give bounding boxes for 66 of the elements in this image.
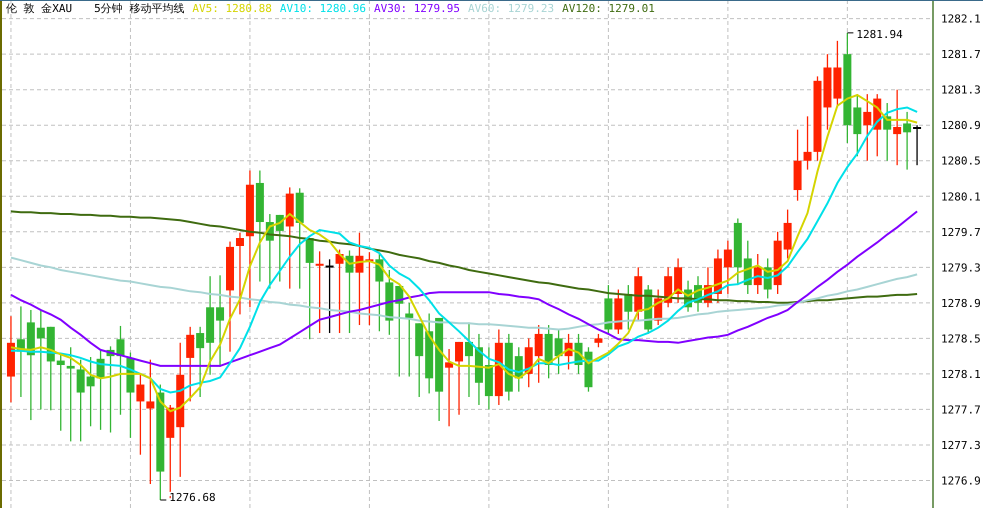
candlestick <box>794 130 802 201</box>
axis-tick-label: 1279.7 <box>941 226 981 239</box>
axis-tick-label: 1277.3 <box>941 438 981 452</box>
axis-tick-label: 1277.7 <box>941 403 981 416</box>
candlestick <box>634 267 642 321</box>
legend-label: AV30: 1279.95 <box>374 2 460 16</box>
price-label: 1281.94 <box>856 28 903 41</box>
axis-tick-label: 1281.7 <box>941 48 981 62</box>
candlestick <box>734 218 742 286</box>
legend-label: AV120: 1279.01 <box>562 2 655 16</box>
candlestick <box>754 254 762 294</box>
candlestick <box>614 290 622 334</box>
candlestick <box>474 334 483 405</box>
axis-tick-label: 1278.9 <box>941 296 981 310</box>
candlestick <box>544 325 553 378</box>
candlestick <box>504 334 513 401</box>
candlestick <box>764 258 772 298</box>
candlestick <box>534 325 543 383</box>
candlestick <box>624 285 632 330</box>
candlestick <box>276 214 284 282</box>
axis-tick-label: 1279.3 <box>941 261 981 274</box>
axis-tick-label: 1282.1 <box>941 12 981 26</box>
candlestick <box>853 94 862 156</box>
candlestick <box>484 347 493 410</box>
axis-tick-label: 1278.5 <box>941 332 981 346</box>
candlestick <box>584 347 592 392</box>
candlestick <box>674 258 682 303</box>
axis-tick-label: 1278.1 <box>941 368 981 381</box>
candlestick <box>604 285 612 334</box>
candlestick <box>913 125 922 166</box>
axis-tick-label: 1280.9 <box>941 119 981 132</box>
candlestick <box>804 116 812 170</box>
candlestick <box>514 347 523 392</box>
candlestick <box>714 250 722 303</box>
axis-tick-label: 1280.5 <box>941 154 981 168</box>
candlestick <box>594 334 602 348</box>
candlestick <box>574 334 583 374</box>
legend-label: AV5: 1280.88 <box>192 2 272 16</box>
candlestick <box>833 40 842 108</box>
chart-title: 伦 敦 金XAU <box>6 2 72 16</box>
axis-tick-label: 1281.3 <box>941 84 981 97</box>
chart-subtitle: 5分钟 移动平均线 <box>94 2 184 16</box>
candlestick <box>784 210 792 258</box>
candlestick <box>196 326 204 397</box>
candlestick <box>554 330 563 374</box>
candlestick <box>863 94 872 161</box>
leader-line <box>846 32 854 34</box>
price-label: 1276.68 <box>169 491 216 504</box>
axis-tick-label: 1276.9 <box>941 474 981 488</box>
legend-label: AV10: 1280.96 <box>280 2 366 16</box>
candlestick <box>524 338 533 388</box>
axis-tick-label: 1280.1 <box>941 190 981 204</box>
candlestick <box>664 267 672 308</box>
legend-label: AV60: 1279.23 <box>468 2 554 16</box>
candlestick <box>873 94 882 156</box>
candlestick <box>883 103 892 161</box>
candlestick <box>694 276 702 312</box>
candlestick <box>684 280 692 312</box>
candlestick <box>903 112 912 170</box>
candlestick <box>86 357 95 426</box>
candlestick <box>724 240 732 294</box>
candlestick <box>774 232 782 294</box>
candlestick <box>385 270 394 335</box>
candlestick <box>654 290 662 326</box>
candlestick <box>744 240 752 294</box>
candlestick <box>564 334 573 370</box>
